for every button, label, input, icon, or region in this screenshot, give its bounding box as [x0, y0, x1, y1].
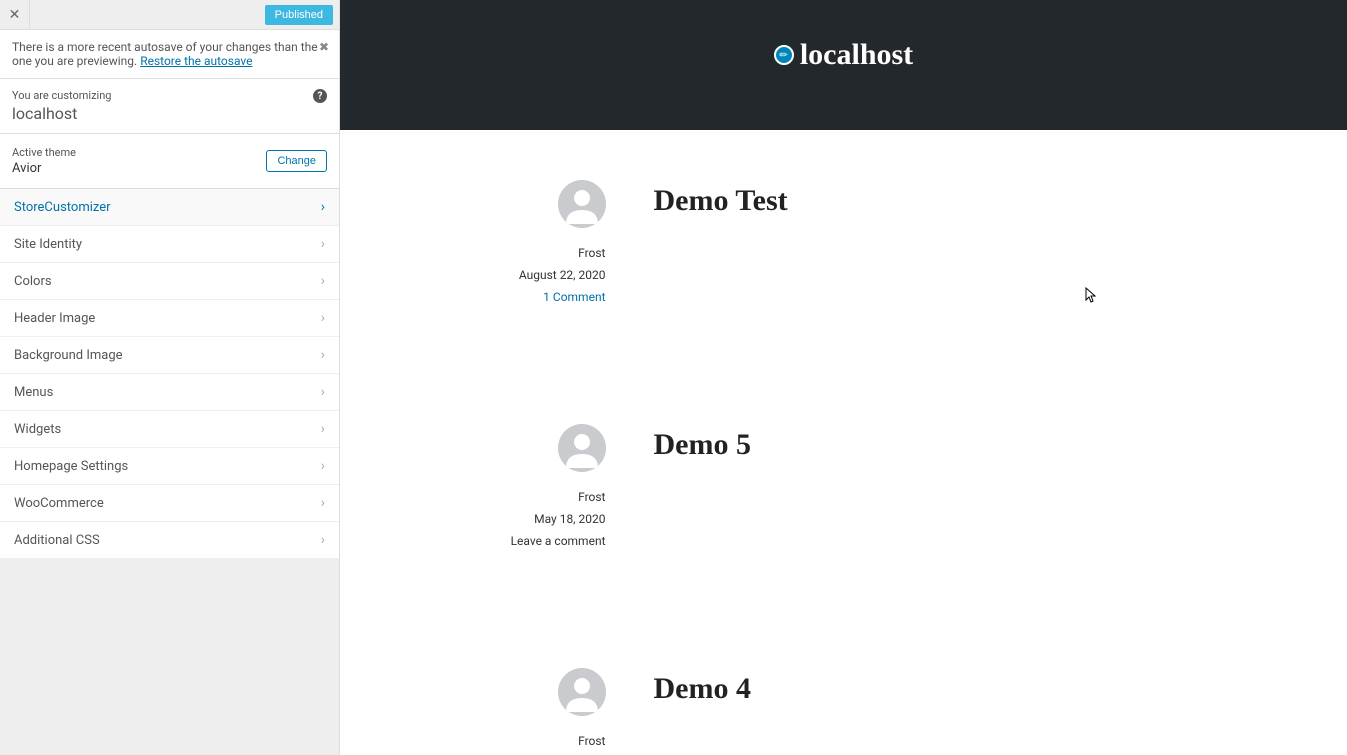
- section-label: Additional CSS: [14, 533, 100, 548]
- post-comments-link[interactable]: Leave a comment: [511, 534, 606, 548]
- edit-shortcut-icon[interactable]: ✎: [770, 41, 798, 69]
- section-item-woocommerce[interactable]: WooCommerce ›: [0, 485, 339, 522]
- top-bar: ✕ Published: [0, 0, 339, 30]
- avatar: [558, 668, 606, 716]
- post-meta: Frost May 18, 2020 Leave a comment: [414, 424, 654, 548]
- active-theme-label: Active theme: [12, 146, 76, 159]
- post-item: Frost May 18, 2020 Leave a comment Demo 5: [394, 424, 1294, 548]
- post-comments-link[interactable]: 1 Comment: [543, 290, 605, 304]
- section-item-widgets[interactable]: Widgets ›: [0, 411, 339, 448]
- post-title[interactable]: Demo 4: [654, 668, 1274, 755]
- post-meta: FrostMay 18, 2020Leave a comment: [414, 668, 654, 755]
- help-icon[interactable]: ?: [313, 89, 327, 103]
- section-item-storecustomizer[interactable]: StoreCustomizer ›: [0, 189, 339, 226]
- post-author[interactable]: Frost: [578, 246, 605, 260]
- change-theme-button[interactable]: Change: [266, 150, 327, 172]
- section-label: Widgets: [14, 422, 61, 437]
- avatar: [558, 180, 606, 228]
- chevron-right-icon: ›: [321, 532, 325, 548]
- active-theme-section: Active theme Avior Change: [0, 134, 339, 189]
- post-item: FrostMay 18, 2020Leave a commentDemo 4: [394, 668, 1294, 755]
- section-label: Background Image: [14, 348, 123, 363]
- avatar: [558, 424, 606, 472]
- section-item-background-image[interactable]: Background Image ›: [0, 337, 339, 374]
- customizer-sidebar: ✕ Published There is a more recent autos…: [0, 0, 340, 755]
- customizer-sections: StoreCustomizer›Site Identity›Colors›Hea…: [0, 189, 339, 559]
- close-button[interactable]: ✕: [0, 0, 30, 30]
- section-item-colors[interactable]: Colors ›: [0, 263, 339, 300]
- autosave-notice: There is a more recent autosave of your …: [0, 30, 339, 79]
- customizing-header: You are customizing localhost ?: [0, 79, 339, 134]
- section-label: Header Image: [14, 311, 95, 326]
- chevron-right-icon: ›: [321, 384, 325, 400]
- customizing-label: You are customizing: [12, 89, 327, 102]
- post-date[interactable]: August 22, 2020: [519, 268, 606, 282]
- post-title[interactable]: Demo 5: [654, 424, 1274, 548]
- section-label: StoreCustomizer: [14, 200, 111, 215]
- section-item-site-identity[interactable]: Site Identity ›: [0, 226, 339, 263]
- section-item-menus[interactable]: Menus ›: [0, 374, 339, 411]
- post-author[interactable]: Frost: [578, 734, 605, 748]
- posts-list: FrostAugust 22, 20201 CommentDemo TestFr…: [340, 130, 1347, 755]
- section-label: Menus: [14, 385, 53, 400]
- post-meta: Frost August 22, 2020 1 Comment: [414, 180, 654, 304]
- chevron-right-icon: ›: [321, 310, 325, 326]
- chevron-right-icon: ›: [321, 421, 325, 437]
- post-date[interactable]: May 18, 2020: [534, 512, 605, 526]
- restore-autosave-link[interactable]: Restore the autosave: [140, 54, 252, 68]
- section-item-header-image[interactable]: Header Image ›: [0, 300, 339, 337]
- site-header: ✎ localhost: [340, 0, 1347, 130]
- section-label: Homepage Settings: [14, 459, 128, 474]
- active-theme-name: Avior: [12, 161, 76, 176]
- chevron-right-icon: ›: [321, 458, 325, 474]
- post-author[interactable]: Frost: [578, 490, 605, 504]
- site-title[interactable]: localhost: [800, 38, 913, 72]
- chevron-right-icon: ›: [321, 236, 325, 252]
- chevron-right-icon: ›: [321, 347, 325, 363]
- site-title-wrap: ✎ localhost: [774, 38, 913, 72]
- section-item-homepage-settings[interactable]: Homepage Settings ›: [0, 448, 339, 485]
- preview-pane: ✎ localhost Frost August 22, 2020 1 Commen…: [340, 0, 1347, 755]
- chevron-right-icon: ›: [321, 199, 325, 215]
- post-item: Frost August 22, 2020 1 Comment Demo Test: [394, 180, 1294, 304]
- section-label: Colors: [14, 274, 52, 289]
- notice-dismiss-icon[interactable]: ✖: [319, 40, 329, 54]
- section-label: Site Identity: [14, 237, 82, 252]
- chevron-right-icon: ›: [321, 273, 325, 289]
- customizing-site-name: localhost: [12, 104, 327, 123]
- publish-button[interactable]: Published: [265, 5, 333, 25]
- post-title[interactable]: Demo Test: [654, 180, 1274, 304]
- chevron-right-icon: ›: [321, 495, 325, 511]
- section-item-additional-css[interactable]: Additional CSS ›: [0, 522, 339, 559]
- section-label: WooCommerce: [14, 496, 104, 511]
